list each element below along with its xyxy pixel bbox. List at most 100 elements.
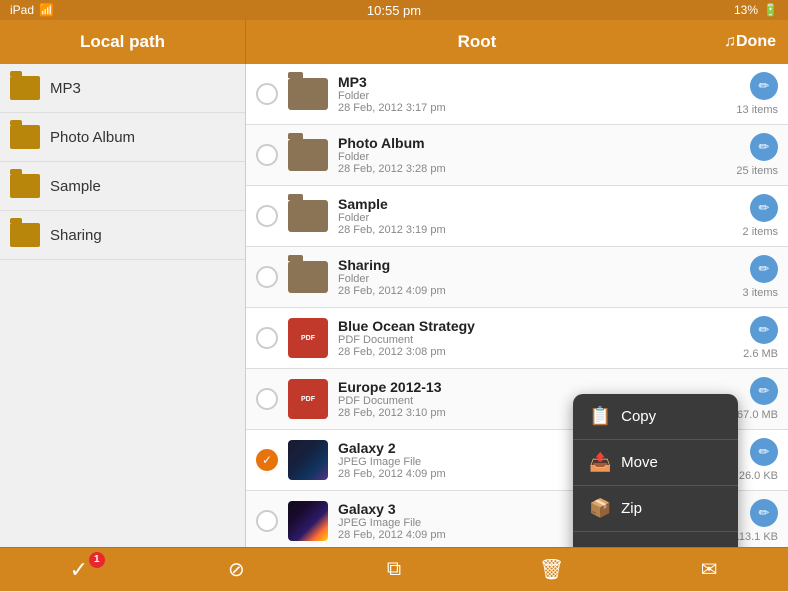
pdf-icon-blueocean: PDF (288, 318, 328, 358)
file-count-sharing: 3 items (743, 287, 778, 299)
file-item-sharing[interactable]: Sharing Folder 28 Feb, 2012 4:09 pm ✏ 3 … (246, 247, 788, 308)
file-type-photoalbum: Folder (338, 151, 726, 163)
wifi-icon: 📶 (39, 3, 54, 17)
context-move[interactable]: 📤 Move (573, 440, 738, 486)
radio-sample[interactable] (256, 205, 278, 227)
folder-icon (10, 223, 40, 247)
radio-photoalbum[interactable] (256, 144, 278, 166)
folder-icon-lg (288, 261, 328, 293)
radio-mp3[interactable] (256, 83, 278, 105)
main-layout: MP3 Photo Album Sample Sharing MP3 Folde… (0, 64, 788, 547)
file-date-sample: 28 Feb, 2012 3:19 pm (338, 224, 733, 236)
battery-label: 13% (734, 3, 758, 17)
file-count-galaxy2: 26.0 KB (739, 470, 778, 482)
sidebar-label-sharing: Sharing (50, 227, 102, 244)
edit-btn-europe[interactable]: ✏ (750, 377, 778, 405)
done-button[interactable]: Done (736, 33, 776, 51)
file-item-blueocean[interactable]: PDF Blue Ocean Strategy PDF Document 28 … (246, 308, 788, 369)
pdf-icon-europe: PDF (288, 379, 328, 419)
cancel-icon: ⊘ (228, 557, 245, 582)
file-meta-sharing: ✏ 3 items (743, 255, 778, 299)
radio-sharing[interactable] (256, 266, 278, 288)
file-name-blueocean: Blue Ocean Strategy (338, 318, 733, 334)
file-item-photoalbum[interactable]: Photo Album Folder 28 Feb, 2012 3:28 pm … (246, 125, 788, 186)
folder-icon-lg (288, 200, 328, 232)
radio-galaxy3[interactable] (256, 510, 278, 532)
edit-btn-galaxy3[interactable]: ✏ (750, 499, 778, 527)
file-count-sample: 2 items (743, 226, 778, 238)
file-count-mp3: 13 items (736, 104, 778, 116)
sidebar-item-sample[interactable]: Sample (0, 162, 245, 211)
status-bar: iPad 📶 10:55 pm 13% 🔋 (0, 0, 788, 20)
root-title: Root (458, 32, 497, 52)
file-item-sample[interactable]: Sample Folder 28 Feb, 2012 3:19 pm ✏ 2 i… (246, 186, 788, 247)
sidebar-label-photo-album: Photo Album (50, 129, 135, 146)
file-info-sharing: Sharing Folder 28 Feb, 2012 4:09 pm (338, 257, 733, 297)
file-item-mp3[interactable]: MP3 Folder 28 Feb, 2012 3:17 pm ✏ 13 ite… (246, 64, 788, 125)
sidebar-item-photo-album[interactable]: Photo Album (0, 113, 245, 162)
zip-label: Zip (621, 500, 642, 517)
file-meta-photoalbum: ✏ 25 items (736, 133, 778, 177)
file-info-mp3: MP3 Folder 28 Feb, 2012 3:17 pm (338, 74, 726, 114)
file-meta-mp3: ✏ 13 items (736, 72, 778, 116)
status-left: iPad 📶 (10, 3, 54, 17)
header: Local path Root ♫ Done (0, 20, 788, 64)
file-type-sharing: Folder (338, 273, 733, 285)
edit-btn-galaxy2[interactable]: ✏ (750, 438, 778, 466)
file-count-galaxy3: 113.1 KB (734, 531, 778, 543)
copy-toolbar-icon: ⧉ (387, 558, 401, 581)
file-count-photoalbum: 25 items (736, 165, 778, 177)
context-menu: 📋 Copy 📤 Move 📦 Zip 📂 Open in 💾 Save to … (573, 394, 738, 547)
radio-galaxy2[interactable] (256, 449, 278, 471)
folder-icon-lg (288, 78, 328, 110)
header-right-panel: ♫ Done (708, 20, 788, 64)
context-copy[interactable]: 📋 Copy (573, 394, 738, 440)
folder-icon (10, 125, 40, 149)
file-info-photoalbum: Photo Album Folder 28 Feb, 2012 3:28 pm (338, 135, 726, 175)
toolbar-cancel[interactable]: ⊘ (206, 548, 266, 592)
file-name-europe: Europe 2012-13 (338, 379, 727, 395)
sidebar-label-sample: Sample (50, 178, 101, 195)
file-info-blueocean: Blue Ocean Strategy PDF Document 28 Feb,… (338, 318, 733, 358)
status-right: 13% 🔋 (734, 3, 778, 17)
move-icon: 📤 (589, 452, 611, 473)
checkmark-badge: 1 (89, 552, 105, 568)
context-open-in[interactable]: 📂 Open in (573, 532, 738, 547)
folder-icon (10, 174, 40, 198)
move-label: Move (621, 454, 658, 471)
checkmark-icon: ✓ (70, 557, 88, 583)
file-type-mp3: Folder (338, 90, 726, 102)
battery-icon: 🔋 (763, 3, 778, 17)
open-in-label: Open in (621, 546, 674, 547)
device-label: iPad (10, 3, 34, 17)
folder-icon (10, 76, 40, 100)
galaxy2-thumbnail (288, 440, 328, 480)
radio-europe[interactable] (256, 388, 278, 410)
toolbar-copy[interactable]: ⧉ (364, 548, 424, 592)
time-display: 10:55 pm (367, 3, 421, 18)
toolbar-mail[interactable]: ✉ (679, 548, 739, 592)
edit-btn-sharing[interactable]: ✏ (750, 255, 778, 283)
galaxy3-thumbnail (288, 501, 328, 541)
sidebar-item-mp3[interactable]: MP3 (0, 64, 245, 113)
edit-btn-mp3[interactable]: ✏ (750, 72, 778, 100)
file-count-blueocean: 2.6 MB (743, 348, 778, 360)
radio-blueocean[interactable] (256, 327, 278, 349)
edit-btn-sample[interactable]: ✏ (750, 194, 778, 222)
header-center-panel: Root (246, 20, 708, 64)
file-meta-sample: ✏ 2 items (743, 194, 778, 238)
sidebar-item-sharing[interactable]: Sharing (0, 211, 245, 260)
edit-btn-photoalbum[interactable]: ✏ (750, 133, 778, 161)
toolbar-checkmark[interactable]: ✓ 1 (49, 548, 109, 592)
toolbar-delete[interactable]: 🗑 (522, 548, 582, 592)
sidebar-label-mp3: MP3 (50, 80, 81, 97)
file-name-photoalbum: Photo Album (338, 135, 726, 151)
edit-btn-blueocean[interactable]: ✏ (750, 316, 778, 344)
sidebar: MP3 Photo Album Sample Sharing (0, 64, 246, 547)
file-meta-galaxy3: ✏ 113.1 KB (734, 499, 778, 543)
local-path-title: Local path (80, 32, 165, 52)
file-meta-blueocean: ✏ 2.6 MB (743, 316, 778, 360)
zip-icon: 📦 (589, 498, 611, 519)
file-date-blueocean: 28 Feb, 2012 3:08 pm (338, 346, 733, 358)
context-zip[interactable]: 📦 Zip (573, 486, 738, 532)
